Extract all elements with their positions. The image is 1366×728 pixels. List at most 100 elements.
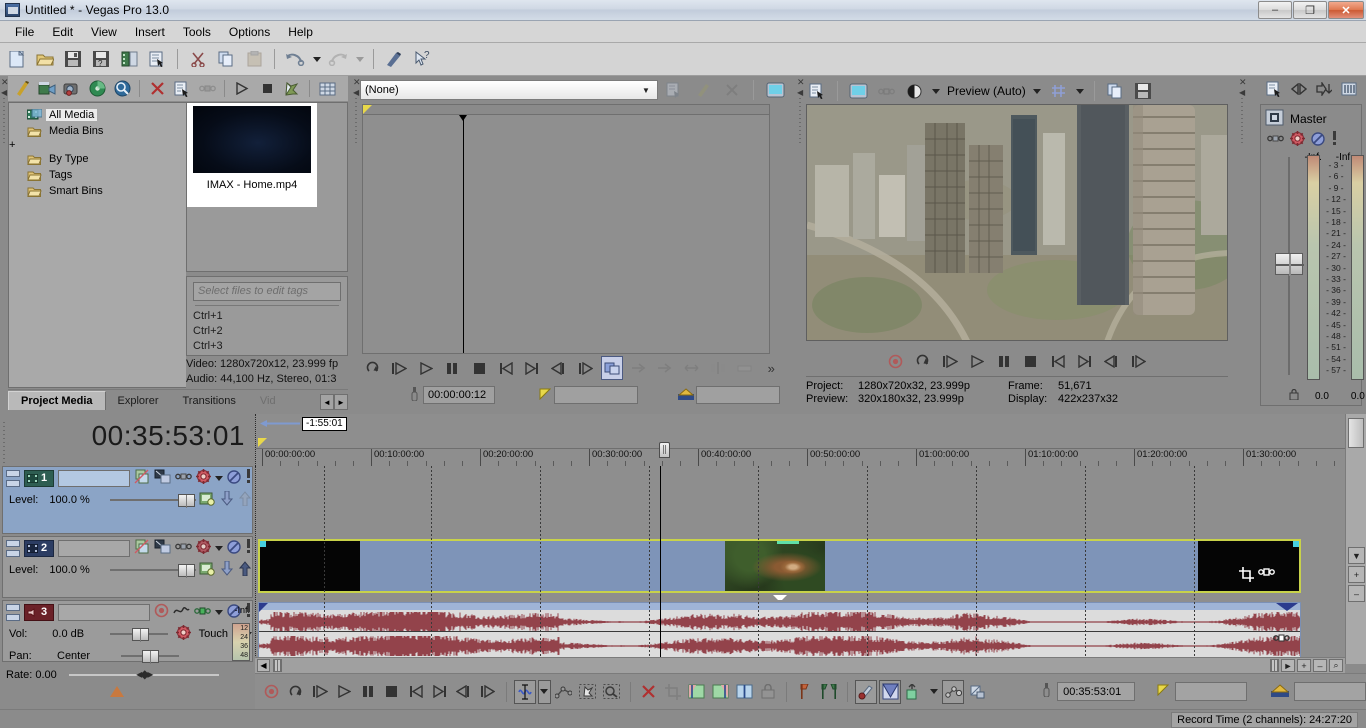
track-header-2[interactable]: 2 Level: 100.0 %: [2, 536, 253, 598]
enable-snapping-icon[interactable]: [855, 679, 878, 704]
trimmer-canvas[interactable]: [362, 104, 770, 354]
overlays-icon[interactable]: [1046, 78, 1072, 104]
new-project-icon[interactable]: [4, 46, 30, 72]
timeline-vertical-scrollbar[interactable]: ▼ + –: [1345, 414, 1366, 664]
level-slider-1[interactable]: [109, 494, 196, 508]
stop-icon[interactable]: [1020, 349, 1042, 373]
panel-grip[interactable]: ✕ ◀: [352, 76, 361, 410]
stop-icon[interactable]: [255, 78, 279, 100]
trimmer-selection-length-field[interactable]: [696, 386, 780, 404]
cut-icon[interactable]: [185, 46, 211, 72]
split-screen-icon[interactable]: [873, 78, 899, 104]
clip-handle-left[interactable]: [260, 541, 266, 547]
hscroll-thumb-right[interactable]: [1270, 659, 1279, 672]
track-minimize-buttons[interactable]: [6, 539, 20, 557]
track-fx-icon[interactable]: [134, 469, 150, 488]
prev-frame-jump-icon[interactable]: [495, 356, 517, 380]
timeline-canvas[interactable]: [255, 466, 1345, 664]
chevron-down-icon[interactable]: [215, 472, 223, 484]
track-name-field-3[interactable]: [58, 603, 150, 621]
step-back-icon[interactable]: [548, 356, 570, 380]
chevron-down-icon[interactable]: [215, 606, 223, 618]
pause-icon[interactable]: [993, 349, 1015, 373]
track-height-down-button[interactable]: ▼: [1348, 547, 1365, 564]
tags-input[interactable]: Select files to edit tags: [193, 282, 341, 301]
whats-this-icon[interactable]: ?: [409, 46, 435, 72]
split-icon[interactable]: [195, 78, 219, 100]
record-icon[interactable]: [885, 349, 907, 373]
expander-icon[interactable]: +: [9, 139, 186, 151]
stop-icon[interactable]: [381, 680, 403, 704]
loop-icon[interactable]: [912, 349, 934, 373]
track-height-increase-button[interactable]: +: [1348, 566, 1365, 583]
panel-grip[interactable]: ✕ ◀: [1238, 76, 1247, 410]
menu-edit[interactable]: Edit: [43, 23, 82, 41]
split-icon[interactable]: [707, 356, 729, 380]
bypass-icon[interactable]: [227, 469, 241, 487]
preview-quality-dropdown[interactable]: [929, 78, 942, 104]
track-fx-icon[interactable]: [134, 539, 150, 558]
panel-grip[interactable]: ✕ ◀: [0, 76, 9, 410]
step-back-icon[interactable]: [1101, 349, 1123, 373]
video-clip[interactable]: [258, 539, 1301, 593]
mute-icon[interactable]: [175, 542, 192, 554]
media-properties-icon[interactable]: [170, 78, 194, 100]
clip-fx-icon[interactable]: [1258, 567, 1275, 585]
bypass-icon[interactable]: [1311, 131, 1325, 149]
overlays-dropdown[interactable]: [1074, 78, 1087, 104]
panel-grip[interactable]: [3, 422, 5, 464]
remove-icon[interactable]: [145, 78, 169, 100]
track-name-field-2[interactable]: [58, 539, 130, 557]
play-icon[interactable]: [230, 78, 254, 100]
play-icon[interactable]: [333, 680, 355, 704]
child-overlay-icon[interactable]: [238, 561, 252, 579]
show-bus-tracks-icon[interactable]: [1337, 78, 1361, 100]
crossfade-icon[interactable]: [733, 680, 755, 704]
phase-icon[interactable]: [245, 539, 252, 557]
zoom-out-button[interactable]: –: [1313, 659, 1327, 672]
chevron-down-icon[interactable]: ▼: [639, 86, 653, 95]
redo-dropdown[interactable]: [353, 46, 366, 72]
open-icon[interactable]: [32, 46, 58, 72]
audio-clip[interactable]: [258, 602, 1301, 658]
preview-video-frame[interactable]: [806, 104, 1228, 341]
play-icon[interactable]: [966, 349, 988, 373]
fx-icon[interactable]: [1290, 131, 1305, 149]
fader-knob[interactable]: [1275, 253, 1304, 276]
tab-video-fx[interactable]: Vid: [247, 391, 288, 410]
mute-icon[interactable]: [175, 472, 192, 484]
trimmer-source-select[interactable]: (None) ▼: [360, 80, 658, 100]
chevron-left-icon[interactable]: ◀: [797, 89, 803, 97]
mixer-properties-icon[interactable]: [1262, 78, 1286, 100]
play-from-start-icon[interactable]: [389, 356, 411, 380]
pause-icon[interactable]: [442, 356, 464, 380]
envelope-edit-tool-icon[interactable]: [553, 680, 575, 704]
select-cursor-icon[interactable]: [280, 78, 304, 100]
automation-fx-icon[interactable]: [175, 625, 191, 643]
track-minimize-buttons[interactable]: [6, 603, 20, 621]
previous-frame-icon[interactable]: [453, 680, 475, 704]
track-header-1[interactable]: 1 Level: 100.0 %: [2, 466, 253, 534]
tree-item-tags[interactable]: Tags: [9, 167, 186, 183]
more-icon[interactable]: »: [760, 356, 782, 380]
fade-in-icon[interactable]: [685, 680, 707, 704]
zoom-in-button[interactable]: +: [1297, 659, 1311, 672]
track-fx-settings-icon[interactable]: [196, 469, 211, 487]
quantize-to-frames-icon[interactable]: [879, 679, 902, 704]
selection-length-field[interactable]: [1293, 682, 1366, 701]
step-forward-icon[interactable]: [1128, 349, 1150, 373]
import-media-icon[interactable]: [10, 78, 34, 100]
tab-prev-button[interactable]: ◄: [320, 394, 334, 410]
pause-icon[interactable]: [357, 680, 379, 704]
menu-insert[interactable]: Insert: [126, 23, 174, 41]
parent-overlay-icon[interactable]: [220, 560, 234, 579]
track-minimize-buttons[interactable]: [6, 469, 20, 487]
go-to-end-icon[interactable]: [429, 680, 451, 704]
level-slider-2[interactable]: [109, 564, 196, 578]
input-monitor-icon[interactable]: [173, 605, 190, 620]
go-to-end-icon[interactable]: [1074, 349, 1096, 373]
play-from-start-icon[interactable]: [309, 680, 331, 704]
hscroll-left-button[interactable]: ◀: [257, 659, 270, 672]
lock-envelopes-icon[interactable]: [966, 680, 988, 704]
preview-quality-icon[interactable]: [901, 78, 927, 104]
